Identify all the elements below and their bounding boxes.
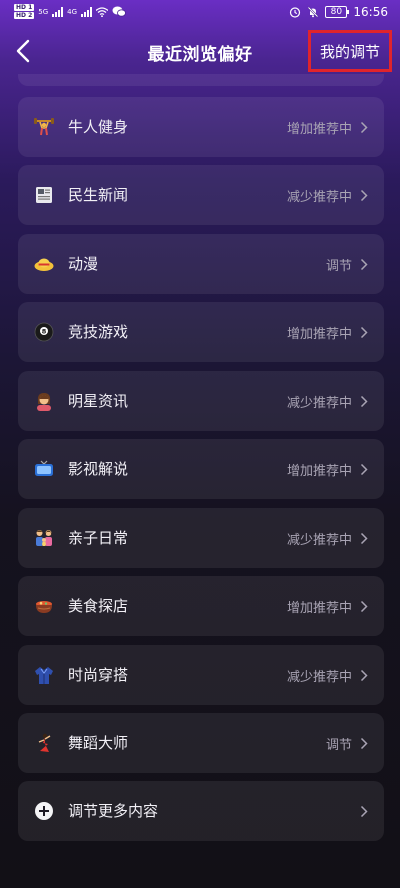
signal2-label: 4G (67, 7, 78, 16)
list-item[interactable]: 时尚穿搭 减少推荐中 (18, 645, 384, 705)
item-label: 时尚穿搭 (68, 666, 129, 684)
list-item-partial (18, 74, 384, 86)
wifi-icon (96, 6, 109, 17)
tv-icon (35, 460, 53, 476)
adjust-more-label: 调节更多内容 (68, 802, 159, 820)
item-label: 竞技游戏 (68, 323, 129, 341)
list-item[interactable]: 影视解说 增加推荐中 (18, 439, 384, 499)
list-item[interactable]: 明星资讯 减少推荐中 (18, 371, 384, 431)
list-item[interactable]: 动漫 调节 (18, 234, 384, 294)
alarm-icon (290, 7, 301, 18)
sim1-badge: HD 1 (14, 4, 35, 11)
item-status: 增加推荐中 (286, 464, 352, 479)
item-status: 增加推荐中 (286, 601, 352, 616)
list-item[interactable]: 舞蹈大师 调节 (18, 713, 384, 773)
item-label: 明星资讯 (68, 392, 129, 410)
straw-hat-icon (34, 258, 54, 271)
nav-bar: 最近浏览偏好 我的调节 (0, 28, 400, 74)
status-bar: HD 1 HD 2 5G 4G 80 16:56 (0, 0, 400, 28)
battery-icon: 80 (325, 6, 350, 18)
billiard-8-ball-icon: 8 (34, 322, 54, 342)
chevron-right-icon (360, 737, 368, 750)
chevron-right-icon (360, 326, 368, 339)
list-item[interactable]: 牛人健身 增加推荐中 (18, 97, 384, 157)
chevron-right-icon (360, 805, 368, 818)
signal1-label: 5G (38, 7, 49, 16)
wechat-icon (112, 6, 126, 17)
clock: 16:56 (353, 5, 388, 19)
item-status: 调节 (325, 259, 352, 274)
signal2-icon (81, 6, 93, 17)
svg-text:8: 8 (42, 328, 47, 336)
family-icon (36, 530, 52, 546)
item-label: 影视解说 (68, 460, 129, 478)
item-label: 舞蹈大师 (68, 734, 129, 752)
adjust-more-button[interactable]: 调节更多内容 (18, 781, 384, 841)
item-status: 减少推荐中 (286, 396, 352, 411)
chevron-right-icon (360, 463, 368, 476)
chevron-right-icon (360, 258, 368, 271)
chevron-right-icon (360, 189, 368, 202)
status-left: HD 1 HD 2 5G 4G (14, 4, 126, 19)
list-item[interactable]: 美食探店 增加推荐中 (18, 576, 384, 636)
celebrity-icon (37, 393, 51, 411)
item-status: 减少推荐中 (286, 190, 352, 205)
chevron-right-icon (360, 121, 368, 134)
jacket-icon (35, 667, 53, 684)
item-status: 增加推荐中 (286, 122, 352, 137)
newspaper-icon (36, 187, 52, 203)
list-item[interactable]: 8 竞技游戏 增加推荐中 (18, 302, 384, 362)
mute-icon (308, 6, 319, 18)
plus-circle-icon (35, 802, 53, 820)
preference-list: 牛人健身 增加推荐中 民生新闻 减少推荐中 动漫 调节 8 竞技游戏 增加推荐中… (0, 74, 400, 888)
dancer-icon (38, 733, 51, 752)
item-status: 减少推荐中 (286, 533, 352, 548)
list-item[interactable]: 民生新闻 减少推荐中 (18, 165, 384, 225)
weightlifter-icon (34, 118, 54, 136)
list-item[interactable]: 亲子日常 减少推荐中 (18, 508, 384, 568)
item-status: 调节 (325, 738, 352, 753)
sim2-badge: HD 2 (14, 12, 35, 19)
item-label: 民生新闻 (68, 186, 129, 204)
chevron-right-icon (360, 600, 368, 613)
status-right: 80 16:56 (289, 5, 388, 19)
chevron-right-icon (360, 669, 368, 682)
sim-indicators: HD 1 HD 2 (14, 4, 35, 19)
signal1-icon (52, 6, 64, 17)
item-label: 动漫 (68, 255, 99, 273)
item-label: 亲子日常 (68, 529, 129, 547)
item-label: 美食探店 (68, 597, 129, 615)
item-status: 减少推荐中 (286, 670, 352, 685)
my-adjust-button[interactable]: 我的调节 (308, 30, 392, 72)
food-bowl-icon (36, 601, 52, 613)
item-status: 增加推荐中 (286, 327, 352, 342)
item-label: 牛人健身 (68, 118, 129, 136)
chevron-right-icon (360, 532, 368, 545)
chevron-right-icon (360, 395, 368, 408)
